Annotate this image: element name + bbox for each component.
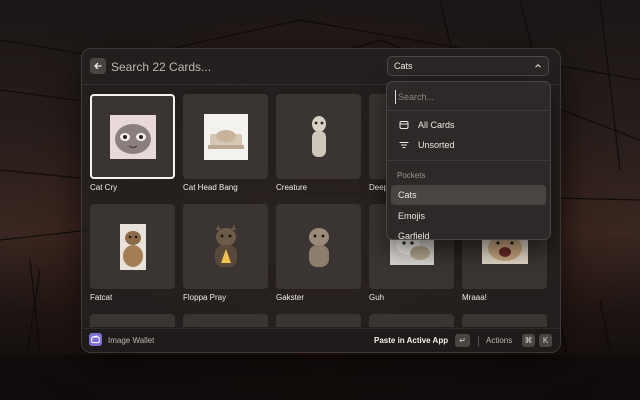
pocket-item-emojis[interactable]: Emojis [391, 206, 546, 226]
card-thumbnail [276, 204, 361, 289]
card-thumbnail [369, 314, 454, 327]
floppa-pray-image [214, 224, 237, 267]
card-thumbnail [90, 204, 175, 289]
card-gakster[interactable]: Gakster [276, 204, 369, 302]
card-floppa-pray[interactable]: Floppa Pray [183, 204, 276, 302]
pocket-item-label: Emojis [398, 211, 426, 221]
search-input[interactable] [111, 58, 371, 76]
card-thumbnail [276, 94, 361, 179]
card-label: Fatcat [90, 293, 113, 302]
dropdown-search-input[interactable] [395, 90, 538, 104]
divider [387, 110, 550, 111]
footer-divider [478, 336, 479, 346]
pocket-select-value: Cats [394, 61, 413, 71]
enter-key-hint: ↵ [455, 334, 470, 347]
card-cat-head-bang[interactable]: Cat Head Bang [183, 94, 276, 192]
card-label: Cat Head Bang [183, 183, 238, 192]
pocket-item-garfield[interactable]: Garfield [391, 226, 546, 240]
fatcat-image [119, 223, 146, 270]
card-thumbnail [90, 314, 175, 327]
app-title: Image Wallet [108, 336, 155, 345]
card-thumbnail [276, 314, 361, 327]
card-label: Cat Cry [90, 183, 118, 192]
pocket-item-label: Garfield [398, 231, 430, 240]
card-row3-1[interactable] [90, 314, 183, 327]
card-thumbnail [462, 314, 547, 327]
card-label: Creature [276, 183, 308, 192]
back-button[interactable] [90, 58, 106, 74]
footer-bar: Image Wallet Paste in Active App ↵ Actio… [82, 328, 560, 352]
card-row3-3[interactable] [276, 314, 369, 327]
menu-item-unsorted[interactable]: Unsorted [391, 135, 546, 155]
divider [387, 160, 550, 161]
menu-item-label: Unsorted [418, 140, 455, 150]
pocket-select[interactable]: Cats [387, 56, 549, 76]
card-creature[interactable]: Creature [276, 94, 369, 192]
card-thumbnail [90, 94, 175, 179]
menu-item-all-cards[interactable]: All Cards [391, 115, 546, 135]
k-key-hint: K [539, 334, 552, 347]
card-row3-4[interactable] [369, 314, 462, 327]
card-cat-cry[interactable]: Cat Cry [90, 94, 183, 192]
card-thumbnail [183, 314, 268, 327]
wallet-icon [89, 333, 102, 346]
card-thumbnail [183, 94, 268, 179]
cat-cry-image [109, 114, 156, 159]
gakster-image [308, 227, 329, 267]
filter-lines-icon [398, 139, 410, 151]
pocket-item-cats[interactable]: Cats [391, 185, 546, 205]
menu-item-label: All Cards [418, 120, 455, 130]
card-label: Gakster [276, 293, 305, 302]
cat-head-bang-image [203, 113, 248, 160]
card-fatcat[interactable]: Fatcat [90, 204, 183, 302]
card-label: Mraaa! [462, 293, 487, 302]
card-row3-5[interactable] [462, 314, 555, 327]
card-row3-2[interactable] [183, 314, 276, 327]
arrow-left-icon [94, 62, 102, 70]
header-bar: Cats [82, 49, 560, 85]
pocket-dropdown-menu: All Cards Unsorted Pockets Cats Emojis G… [386, 81, 551, 240]
cmd-key-hint: ⌘ [522, 334, 535, 347]
card-icon [398, 119, 410, 131]
card-thumbnail [183, 204, 268, 289]
section-title: Pockets [397, 171, 426, 180]
pocket-item-label: Cats [398, 190, 417, 200]
card-label: Guh [369, 293, 385, 302]
creature-image [311, 115, 326, 157]
paste-action[interactable]: Paste in Active App [374, 336, 448, 345]
chevron-up-icon [535, 64, 541, 68]
actions-button[interactable]: Actions [486, 336, 512, 345]
card-label: Floppa Pray [183, 293, 227, 302]
